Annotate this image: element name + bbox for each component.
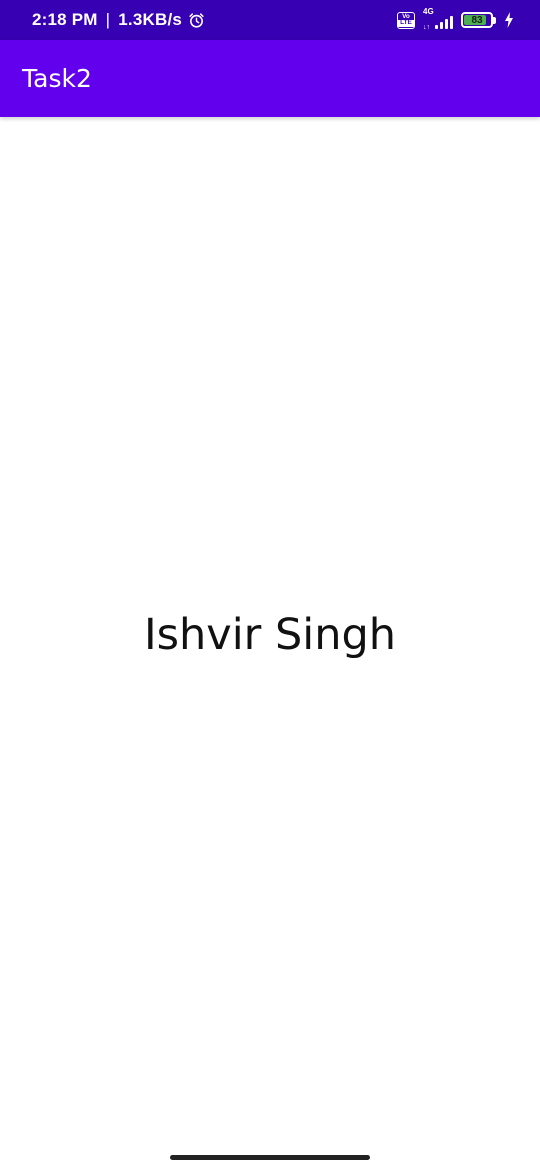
battery-tip (493, 16, 496, 24)
status-right: Vo LTE 4G ↓↑ 83 (397, 7, 514, 31)
signal-bar (445, 19, 448, 29)
charging-icon (504, 12, 514, 28)
signal-icon: 4G ↓↑ (423, 7, 453, 31)
network-speed: 1.3KB/s (118, 10, 183, 29)
battery-level: 83 (471, 14, 483, 26)
alarm-icon (188, 12, 205, 29)
gesture-nav-handle[interactable] (170, 1155, 370, 1160)
signal-bar (435, 25, 438, 29)
name-text: Ishvir Singh (143, 610, 397, 660)
battery-icon: 83 (461, 12, 496, 28)
signal-bar (450, 16, 453, 29)
volte-bottom-label: LTE (398, 19, 414, 27)
status-separator: | (105, 10, 111, 29)
app-title: Task2 (22, 64, 92, 93)
status-bar: 2:18 PM | 1.3KB/s Vo LTE 4G ↓↑ 83 (0, 0, 540, 40)
volte-icon: Vo LTE (397, 11, 415, 29)
signal-bar (440, 22, 443, 29)
clock: 2:18 PM (32, 10, 98, 29)
battery-body: 83 (461, 12, 493, 28)
status-left: 2:18 PM | 1.3KB/s (32, 10, 205, 30)
network-type-label: 4G (423, 7, 434, 16)
app-bar: Task2 (0, 40, 540, 117)
signal-bars (435, 16, 453, 29)
data-activity-arrows: ↓↑ (423, 24, 430, 31)
main-content: Ishvir Singh (0, 117, 540, 1153)
